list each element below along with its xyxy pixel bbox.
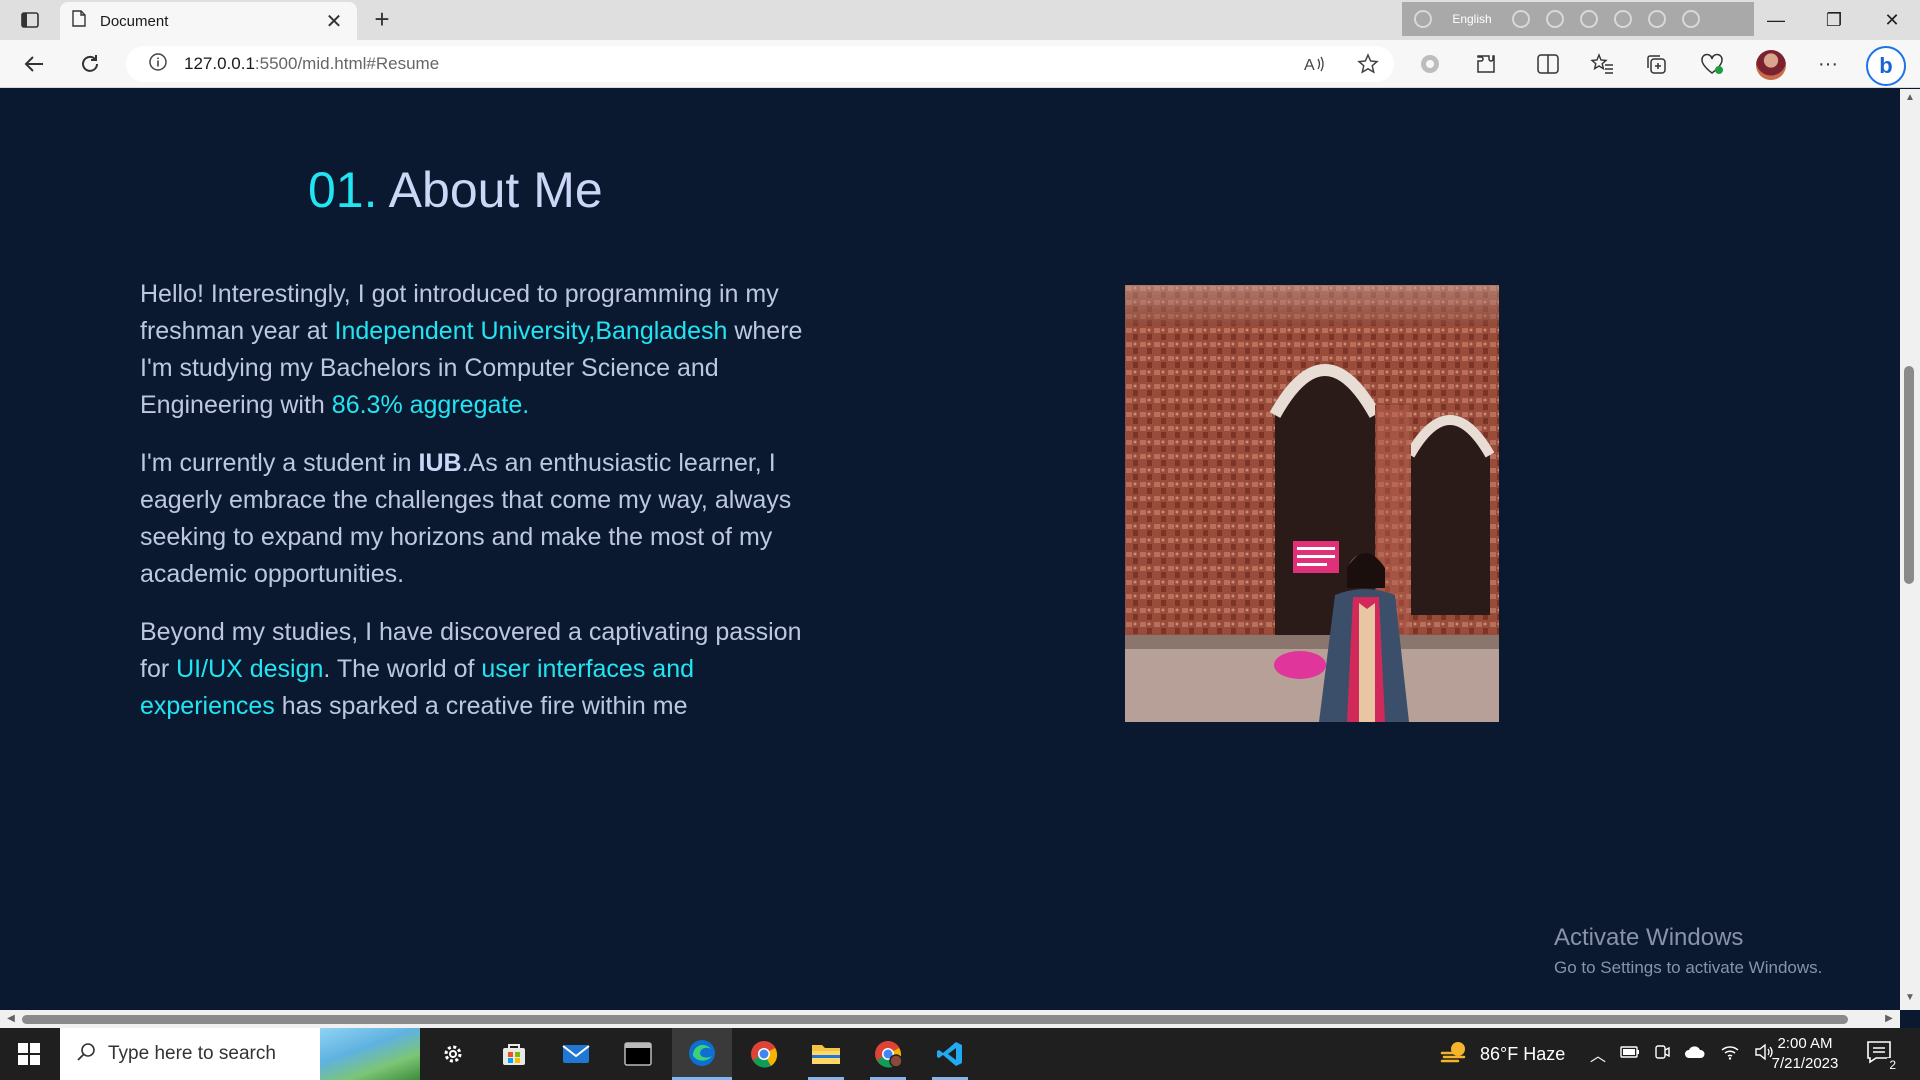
minimize-button[interactable]: — — [1748, 0, 1804, 40]
about-paragraph-2: I'm currently a student in IUB.As an ent… — [140, 445, 820, 593]
tab-strip: Document ✕ + English — ❐ ✕ — [0, 0, 1920, 40]
file-explorer-app-icon[interactable] — [796, 1028, 856, 1080]
scroll-up-arrow-icon[interactable]: ▲ — [1900, 92, 1920, 108]
url-path: :5500/mid.html#Resume — [254, 54, 440, 73]
search-icon — [76, 1042, 96, 1067]
about-paragraph-1: Hello! Interestingly, I got introduced t… — [140, 276, 820, 424]
watermark-title: Activate Windows — [1554, 924, 1744, 951]
url-host: 127.0.0.1 — [184, 54, 255, 73]
para2-text-1: I'm currently a student in — [140, 449, 419, 477]
browser-essentials-icon[interactable] — [1696, 48, 1728, 80]
weather-text: 86°F Haze — [1480, 1043, 1566, 1064]
new-tab-button[interactable]: + — [368, 6, 396, 34]
search-highlight-image — [320, 1028, 420, 1080]
para3-text-2: . The world of — [323, 655, 482, 683]
store-app-icon[interactable] — [484, 1028, 544, 1080]
start-button[interactable] — [0, 1028, 58, 1080]
ime-mode-icon[interactable] — [1512, 10, 1530, 28]
address-bar[interactable]: 127.0.0.1:5500/mid.html#Resume A — [126, 46, 1394, 82]
favorite-star-icon[interactable] — [1356, 52, 1380, 76]
aggregate-highlight: 86.3% aggregate. — [331, 391, 530, 419]
university-highlight: Independent University,Bangladesh — [334, 317, 728, 345]
taskbar-search[interactable]: Type here to search — [60, 1028, 420, 1080]
close-window-button[interactable]: ✕ — [1864, 0, 1920, 40]
about-paragraph-3: Beyond my studies, I have discovered a c… — [140, 614, 820, 725]
ime-help-icon[interactable] — [1648, 10, 1666, 28]
ime-logo-icon[interactable] — [1414, 10, 1432, 28]
read-aloud-icon[interactable]: A — [1302, 52, 1326, 76]
extensions-icon[interactable] — [1470, 48, 1502, 80]
chevron-up-icon[interactable]: ︿ — [1590, 1042, 1606, 1066]
close-tab-icon[interactable]: ✕ — [323, 9, 345, 34]
onedrive-cloud-icon[interactable] — [1684, 1045, 1706, 1064]
section-number: 01. — [308, 162, 378, 218]
profile-photo — [1125, 285, 1499, 722]
battery-icon[interactable] — [1620, 1045, 1640, 1063]
system-clock[interactable]: 2:00 AM 7/21/2023 — [1762, 1034, 1848, 1074]
about-text: Hello! Interestingly, I got introduced t… — [140, 276, 820, 746]
browser-toolbar: 127.0.0.1:5500/mid.html#Resume A ··· b — [0, 40, 1920, 88]
svg-text:A: A — [1304, 57, 1315, 73]
horizontal-scroll-thumb[interactable] — [22, 1015, 1848, 1024]
ime-settings-icon[interactable] — [1580, 10, 1598, 28]
weather-widget[interactable]: 86°F Haze — [1440, 1028, 1565, 1080]
page-icon — [72, 10, 86, 32]
ime-info-icon[interactable] — [1682, 10, 1700, 28]
ime-tool-icon[interactable] — [1546, 10, 1564, 28]
vscode-app-icon[interactable] — [920, 1028, 980, 1080]
system-tray: ︿ — [1590, 1028, 1774, 1080]
site-info-icon[interactable] — [148, 52, 168, 77]
section-title: About Me — [388, 162, 603, 218]
back-button[interactable] — [18, 48, 50, 80]
clock-date: 7/21/2023 — [1771, 1055, 1839, 1072]
ime-edge-icon[interactable] — [1614, 10, 1632, 28]
notification-center-icon[interactable]: 2 — [1866, 1040, 1898, 1072]
uiux-highlight: UI/UX design — [176, 655, 324, 683]
refresh-button[interactable] — [74, 48, 106, 80]
chrome-profile-app-icon[interactable] — [858, 1028, 918, 1080]
split-screen-icon[interactable] — [1532, 48, 1564, 80]
chrome-app-icon[interactable] — [734, 1028, 794, 1080]
iub-bold: IUB — [418, 449, 462, 477]
taskbar: Type here to search 86°F Haze ︿ 2:00 AM … — [0, 1028, 1920, 1080]
more-options-icon[interactable]: ··· — [1812, 48, 1844, 80]
watermark-subtitle: Go to Settings to activate Windows. — [1554, 958, 1823, 977]
vertical-scroll-thumb[interactable] — [1904, 366, 1914, 584]
tab-actions-icon[interactable] — [14, 8, 46, 32]
weather-haze-icon — [1440, 1039, 1470, 1070]
tab-title: Document — [100, 12, 169, 30]
bing-chat-icon[interactable]: b — [1866, 46, 1906, 86]
wifi-icon[interactable] — [1720, 1044, 1740, 1065]
restore-button[interactable]: ❐ — [1806, 0, 1862, 40]
activation-watermark: Activate Windows Go to Settings to activ… — [1554, 924, 1822, 978]
scroll-left-arrow-icon[interactable]: ◀ — [2, 1010, 20, 1028]
clock-time: 2:00 AM — [1777, 1035, 1833, 1052]
about-section: 01. About Me Hello! Interestingly, I got… — [0, 89, 1900, 1010]
profile-avatar[interactable] — [1756, 50, 1786, 80]
tracking-icon[interactable] — [1414, 48, 1446, 80]
section-heading: 01. About Me — [308, 161, 603, 219]
active-tab[interactable]: Document ✕ — [60, 2, 357, 40]
para3-text-3: has sparked a creative fire within me — [274, 692, 688, 720]
scroll-right-arrow-icon[interactable]: ▶ — [1880, 1010, 1898, 1028]
favorites-icon[interactable] — [1586, 48, 1618, 80]
mail-app-icon[interactable] — [546, 1028, 606, 1080]
notification-count: 2 — [1887, 1058, 1898, 1072]
collections-icon[interactable] — [1640, 48, 1672, 80]
search-placeholder: Type here to search — [108, 1043, 276, 1064]
ime-language[interactable]: English — [1448, 12, 1496, 26]
meet-now-icon[interactable] — [1654, 1044, 1670, 1065]
scroll-down-arrow-icon[interactable]: ▼ — [1900, 992, 1920, 1008]
terminal-app-icon[interactable] — [608, 1028, 668, 1080]
settings-app-icon[interactable] — [423, 1028, 483, 1080]
ime-toolbar: English — [1402, 2, 1754, 36]
edge-app-icon[interactable] — [672, 1028, 732, 1080]
